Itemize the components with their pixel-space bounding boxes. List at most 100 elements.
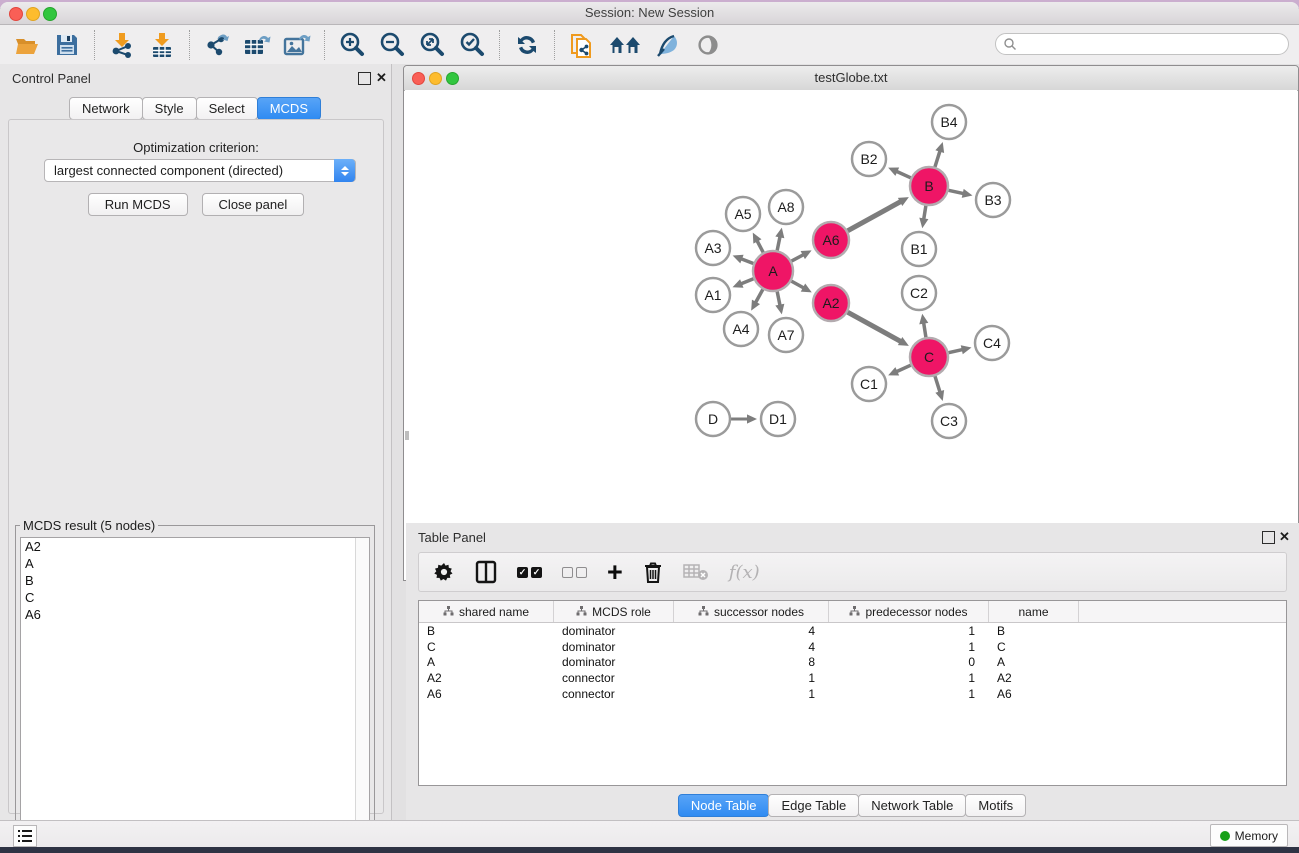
table-cell: 1: [829, 671, 989, 685]
graph-edge-A-A7[interactable]: [777, 292, 780, 307]
refresh-icon[interactable]: [513, 31, 541, 59]
close-panel-icon[interactable]: ✕: [1279, 529, 1290, 545]
graph-edge-A-A6[interactable]: [792, 254, 805, 261]
unselect-all-icon[interactable]: [562, 558, 587, 586]
graph-edge-B-B1[interactable]: [924, 206, 926, 221]
tab-network[interactable]: Network: [69, 97, 143, 120]
tab-edge-table[interactable]: Edge Table: [768, 794, 859, 817]
tab-style[interactable]: Style: [142, 97, 197, 120]
graph-edge-C-C4[interactable]: [949, 349, 964, 352]
zoom-in-icon[interactable]: [338, 31, 366, 59]
open-file-icon[interactable]: [13, 31, 41, 59]
graph-edge-A6-B[interactable]: [848, 201, 902, 231]
import-network-icon[interactable]: [108, 31, 136, 59]
graph-edge-C-C2[interactable]: [923, 322, 925, 338]
mcds-result-item[interactable]: A: [21, 555, 369, 572]
select-all-icon[interactable]: ✓✓: [517, 558, 542, 586]
graph-edge-B-B3[interactable]: [949, 190, 965, 194]
table-cell: 4: [674, 624, 829, 638]
table-cell: 1: [829, 640, 989, 654]
column-header-successor-nodes[interactable]: successor nodes: [674, 601, 829, 622]
gear-icon[interactable]: [433, 558, 455, 586]
hide-flag-icon[interactable]: [654, 31, 682, 59]
delete-table-icon[interactable]: [683, 558, 709, 586]
table-cell: 1: [829, 624, 989, 638]
run-mcds-button[interactable]: Run MCDS: [88, 193, 188, 216]
table-cell: 1: [674, 671, 829, 685]
tab-select[interactable]: Select: [196, 97, 258, 120]
graph-edge-A-A8[interactable]: [777, 235, 780, 250]
tab-network-table[interactable]: Network Table: [858, 794, 966, 817]
column-header-name[interactable]: name: [989, 601, 1079, 622]
task-history-button[interactable]: [13, 825, 37, 847]
table-row[interactable]: Bdominator41B: [419, 623, 1286, 639]
edge-arrowhead: [775, 228, 784, 239]
graph-edge-C-C1[interactable]: [895, 365, 910, 372]
table-row[interactable]: A6connector11A6: [419, 686, 1286, 702]
graph-edge-A2-C[interactable]: [848, 312, 902, 342]
column-type-icon: [576, 605, 587, 619]
edge-arrowhead: [747, 414, 757, 423]
table-cell: dominator: [554, 640, 674, 654]
graph-edge-A-A4[interactable]: [755, 289, 763, 303]
column-header-shared-name[interactable]: shared name: [419, 601, 554, 622]
table-cell: B: [419, 624, 554, 638]
eye-icon[interactable]: [694, 31, 722, 59]
table-row[interactable]: Adominator80A: [419, 654, 1286, 670]
graph-edge-A-A5[interactable]: [757, 240, 764, 253]
save-session-icon[interactable]: [53, 31, 81, 59]
graph-edge-A-A2[interactable]: [791, 281, 804, 288]
network-canvas[interactable]: B4B2BB3A8A5A6A3B1AA1C2A2A4A7C4CC1DD1C3: [405, 90, 1297, 579]
graph-node-label: D: [708, 411, 718, 427]
mcds-result-item[interactable]: A6: [21, 606, 369, 623]
home-icon[interactable]: [608, 31, 642, 59]
tab-mcds[interactable]: MCDS: [257, 97, 321, 120]
close-panel-button[interactable]: Close panel: [202, 193, 305, 216]
network-graph[interactable]: B4B2BB3A8A5A6A3B1AA1C2A2A4A7C4CC1DD1C3: [405, 90, 1297, 579]
graph-edge-B-B4[interactable]: [935, 150, 940, 167]
export-network-icon[interactable]: [203, 31, 231, 59]
search-icon: [1003, 37, 1017, 56]
control-panel-tabs: NetworkStyleSelectMCDS: [0, 97, 391, 120]
tab-node-table[interactable]: Node Table: [678, 794, 770, 817]
open-session-icon[interactable]: [568, 31, 596, 59]
zoom-out-icon[interactable]: [378, 31, 406, 59]
export-image-icon[interactable]: [283, 31, 311, 59]
mcds-result-item[interactable]: B: [21, 572, 369, 589]
add-column-icon[interactable]: +: [607, 558, 623, 586]
table-row[interactable]: Cdominator41C: [419, 639, 1286, 655]
graph-edge-B-B2[interactable]: [895, 171, 910, 178]
graph-node-label: B2: [860, 151, 877, 167]
table-row[interactable]: A2connector11A2: [419, 670, 1286, 686]
graph-node-label: B3: [984, 192, 1001, 208]
function-builder-icon[interactable]: f(x): [729, 558, 760, 586]
import-table-icon[interactable]: [148, 31, 176, 59]
network-window-titlebar[interactable]: testGlobe.txt: [404, 66, 1298, 91]
column-header-predecessor-nodes[interactable]: predecessor nodes: [829, 601, 989, 622]
main-area: Control Panel ✕ NetworkStyleSelectMCDS O…: [0, 64, 1299, 820]
graph-edge-C-C3[interactable]: [935, 376, 940, 393]
zoom-fit-icon[interactable]: [418, 31, 446, 59]
search-input[interactable]: [995, 33, 1289, 55]
close-panel-icon[interactable]: ✕: [376, 70, 387, 86]
network-view-window: testGlobe.txt B4B2BB3A8A5A6A3B1AA1C2A2A4…: [403, 65, 1299, 581]
optimization-criterion-select[interactable]: largest connected component (directed): [44, 159, 356, 182]
float-panel-icon[interactable]: [1262, 531, 1275, 544]
mcds-result-item[interactable]: A2: [21, 538, 369, 555]
mcds-result-item[interactable]: C: [21, 589, 369, 606]
graph-node-label: B4: [940, 114, 957, 130]
graph-edge-A-A3[interactable]: [740, 258, 753, 263]
delete-column-icon[interactable]: [643, 558, 663, 586]
scrollbar[interactable]: [355, 538, 369, 847]
float-panel-icon[interactable]: [358, 72, 371, 85]
columns-icon[interactable]: [475, 558, 497, 586]
column-type-icon: [849, 605, 860, 619]
tab-motifs[interactable]: Motifs: [965, 794, 1026, 817]
export-table-icon[interactable]: [243, 31, 271, 59]
mcds-result-list[interactable]: A2ABCA6: [20, 537, 370, 847]
column-header-MCDS-role[interactable]: MCDS role: [554, 601, 674, 622]
graph-edge-A-A1[interactable]: [740, 279, 754, 284]
memory-button[interactable]: Memory: [1210, 824, 1288, 847]
zoom-selected-icon[interactable]: [458, 31, 486, 59]
list-icon: [18, 830, 32, 842]
